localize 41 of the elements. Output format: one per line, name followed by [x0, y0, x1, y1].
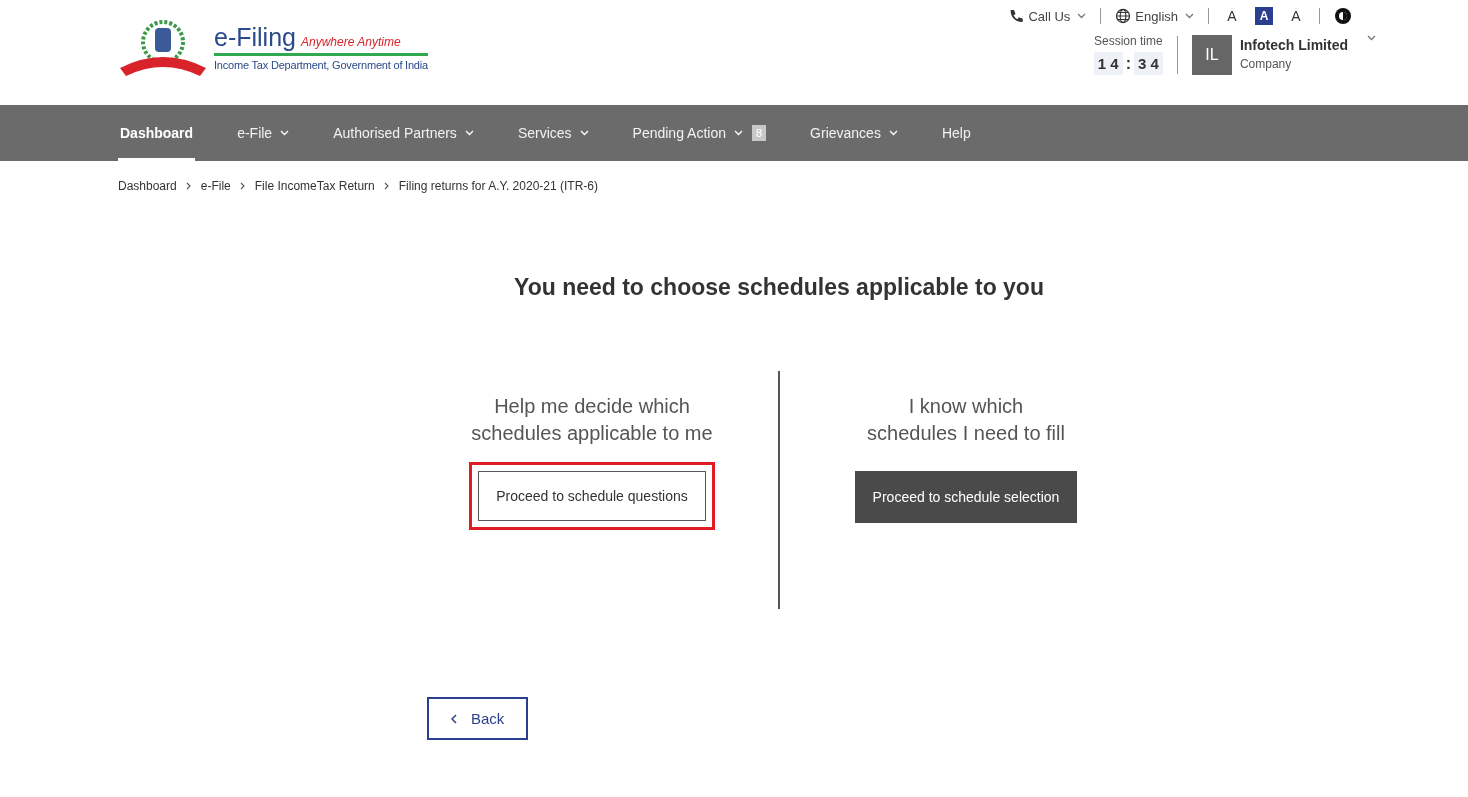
chevron-down-icon: [1367, 34, 1376, 41]
nav-tab[interactable]: e-File: [235, 105, 292, 161]
user-avatar: IL: [1191, 34, 1232, 75]
user-menu-button[interactable]: IL Infotech Limited Company: [1191, 34, 1376, 75]
user-name: Infotech Limited: [1239, 36, 1348, 53]
page-heading: You need to choose schedules applicable to you: [513, 274, 1045, 301]
decrease-font-button[interactable]: A: [1223, 7, 1241, 25]
session-label: Session time: [1094, 34, 1163, 48]
proceed-button[interactable]: Proceed to schedule selection: [854, 471, 1078, 523]
contrast-icon: [1334, 7, 1352, 25]
breadcrumb-link[interactable]: File IncomeTax Return: [254, 179, 375, 193]
user-role: Company: [1239, 56, 1292, 71]
globe-icon: [1115, 8, 1132, 24]
option-description: I know which schedules I need to fill: [866, 394, 1066, 446]
logo-title: e-Filing: [214, 23, 296, 52]
breadcrumb-link[interactable]: e-File: [200, 179, 231, 193]
chevron-right-icon: [383, 182, 390, 190]
logo-tagline: Anywhere Anytime: [301, 35, 401, 49]
nav-tab[interactable]: Services: [515, 105, 591, 161]
nav-tab[interactable]: Dashboard: [118, 105, 196, 161]
language-button[interactable]: English: [1115, 8, 1194, 24]
nav-tab[interactable]: Help: [939, 105, 973, 161]
chevron-right-icon: [185, 182, 192, 190]
increase-font-button[interactable]: A: [1287, 7, 1305, 25]
call-us-button[interactable]: Call Us: [1008, 8, 1087, 24]
timer-minutes: 1 4: [1093, 52, 1123, 75]
default-font-button[interactable]: A: [1255, 7, 1273, 25]
breadcrumb-link[interactable]: Filing returns for A.Y. 2020-21 (ITR-6): [398, 179, 598, 193]
back-button[interactable]: Back: [427, 697, 529, 740]
timer-separator: :: [1125, 54, 1131, 73]
chevron-right-icon: [239, 182, 246, 190]
option-description: Help me decide which schedules applicable to me: [470, 394, 714, 446]
breadcrumb-link[interactable]: Dashboard: [118, 179, 177, 193]
proceed-button[interactable]: Proceed to schedule questions: [478, 471, 706, 521]
phone-icon: [1008, 8, 1025, 24]
nav-tab[interactable]: Grievances: [808, 105, 900, 161]
chevron-left-icon: [451, 713, 457, 724]
timer-seconds: 3 4: [1134, 52, 1163, 75]
nav-tab[interactable]: Authorised Partners: [331, 105, 476, 161]
contrast-button[interactable]: [1334, 7, 1352, 25]
logo-subtitle: Income Tax Department, Government of India: [214, 59, 428, 71]
